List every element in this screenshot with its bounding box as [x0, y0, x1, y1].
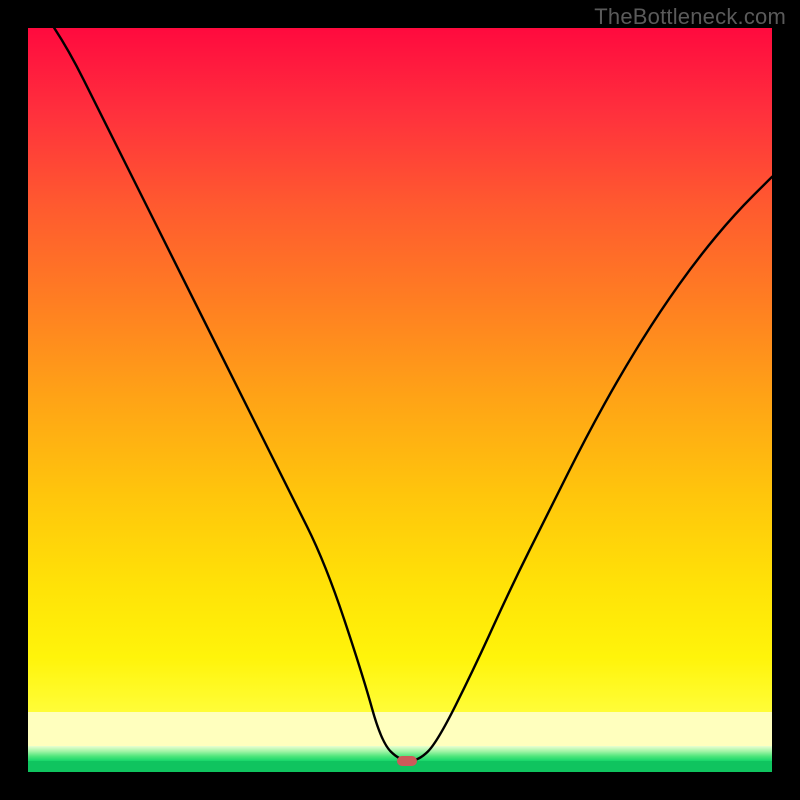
- bottleneck-curve: [28, 28, 772, 772]
- curve-path: [28, 28, 772, 761]
- chart-frame: TheBottleneck.com: [0, 0, 800, 800]
- watermark-text: TheBottleneck.com: [594, 4, 786, 30]
- min-marker: [397, 756, 417, 766]
- plot-area: [28, 28, 772, 772]
